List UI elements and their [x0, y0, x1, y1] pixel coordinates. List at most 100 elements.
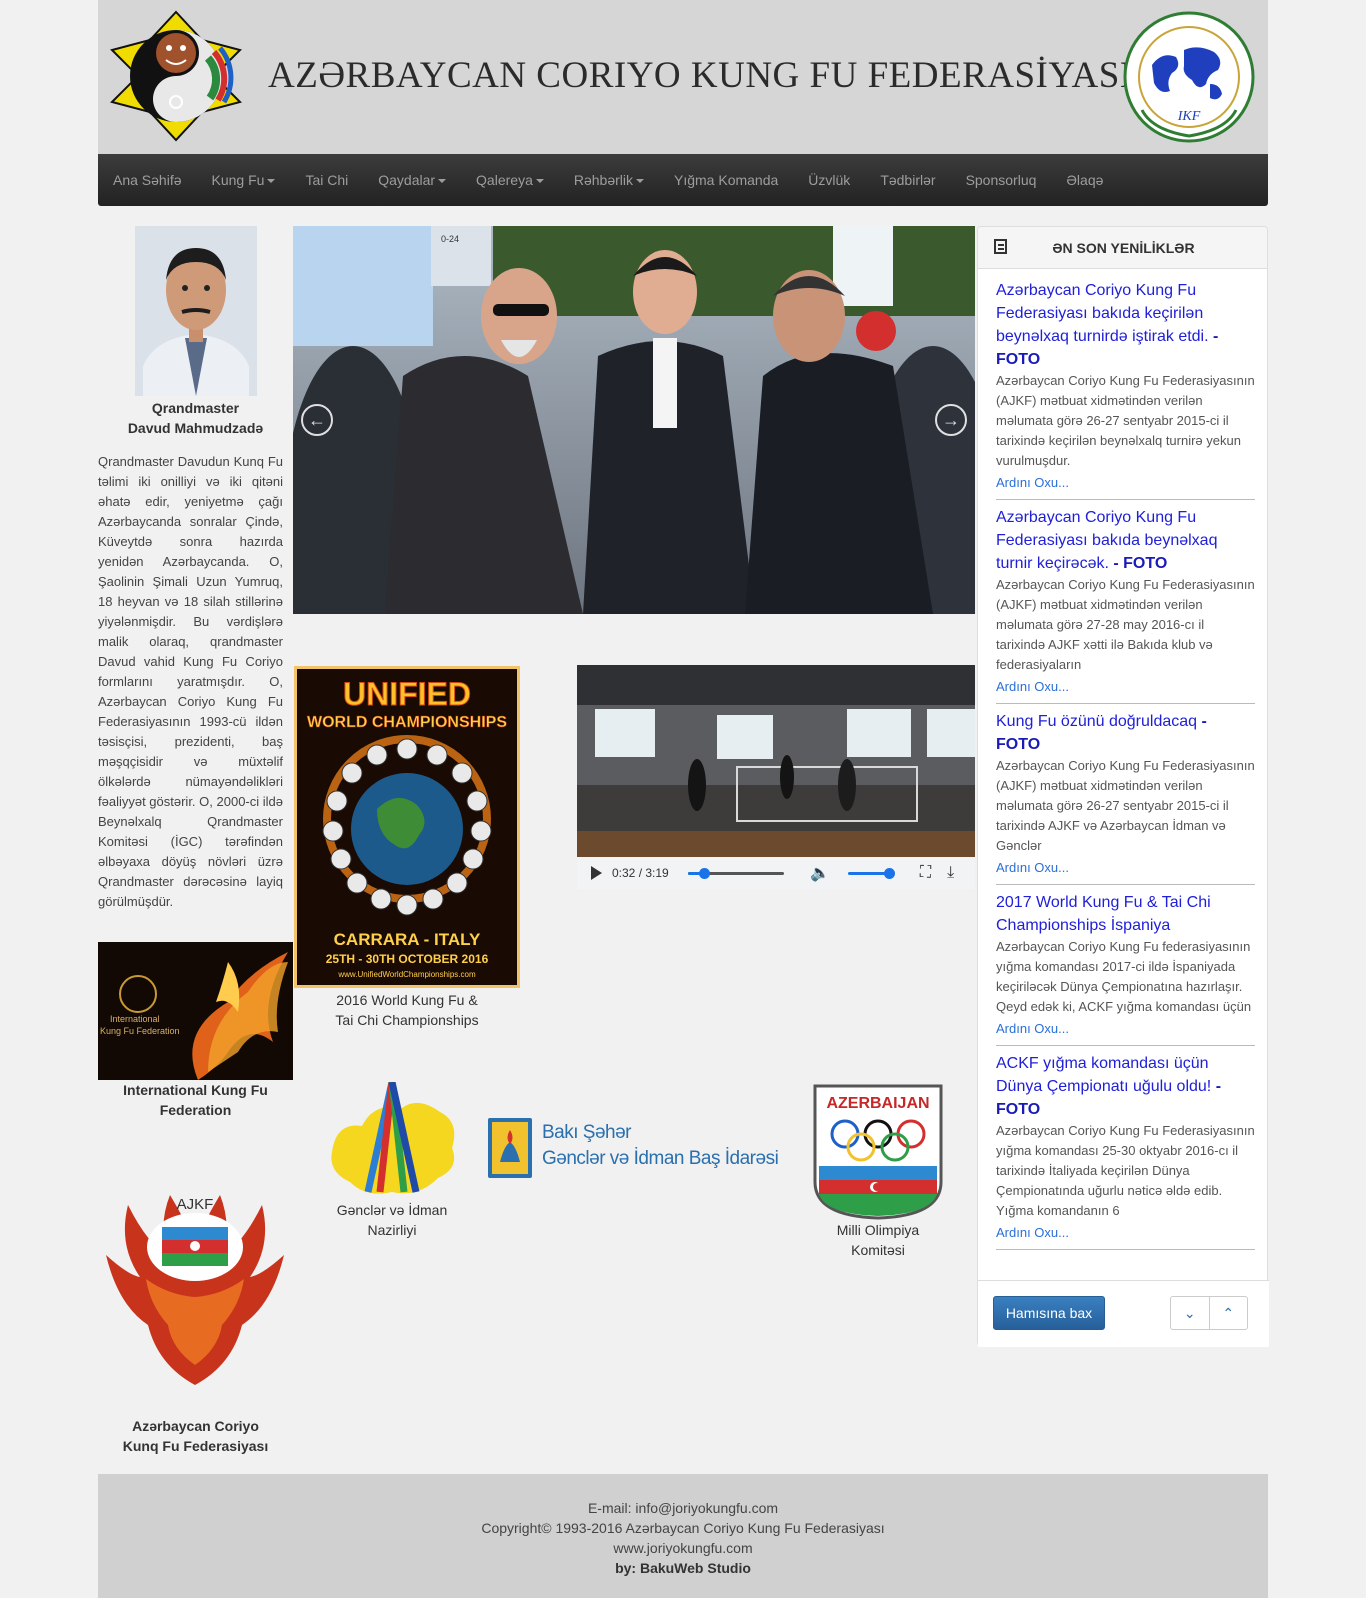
ministry-youth-sports-logo[interactable] [322, 1082, 462, 1200]
news-item: Azərbaycan Coriyo Kung Fu Federasiyası b… [996, 279, 1255, 500]
nav-item-9[interactable]: Sponsorluq [951, 154, 1052, 206]
photo-carousel[interactable]: 0-24 ← → [293, 226, 975, 614]
baku-logo-line2: Gənclər və İdman Baş İdarəsi [542, 1148, 779, 1169]
news-item-title: ACKF yığma komandası üçün Dünya Çempiona… [996, 1055, 1212, 1095]
poster-url: www.UnifiedWorldChampionships.com [337, 970, 476, 979]
fullscreen-icon[interactable]: ⛶ [920, 864, 931, 882]
site-header: AZƏRBAYCAN CORIYO KUNG FU FEDERASİYASI I… [98, 0, 1268, 154]
download-icon[interactable]: ⤓ [947, 864, 954, 882]
nav-item-1[interactable]: Kung Fu [197, 154, 291, 206]
nav-item-0[interactable]: Ana Səhifə [98, 154, 197, 206]
nav-item-label: Üzvlük [808, 172, 851, 188]
poster-dates: 25TH - 30TH OCTOBER 2016 [326, 952, 489, 966]
nav-item-label: Kung Fu [211, 172, 265, 188]
nav-item-7[interactable]: Üzvlük [793, 154, 865, 206]
championship-poster[interactable]: UNIFIED WORLD CHAMPIONSHIPS CARRARA - IT… [294, 666, 520, 988]
poster-caption-line2: Tai Chi Championships [335, 1012, 479, 1028]
nav-item-2[interactable]: Tai Chi [290, 154, 363, 206]
video-controls: 0:32 / 3:19 🔈 ⛶ ⤓ [577, 857, 975, 889]
ajkf-caption-line2: Kunq Fu Federasiyası [122, 1438, 269, 1454]
olympic-caption-line2: Komitəsi [851, 1242, 905, 1258]
news-item-title-link[interactable]: Azərbaycan Coriyo Kung Fu Federasiyası b… [996, 279, 1255, 371]
news-item-summary: Azərbaycan Coriyo Kung Fu Federasiyasını… [996, 577, 1255, 672]
news-item-title-link[interactable]: ACKF yığma komandası üçün Dünya Çempiona… [996, 1052, 1255, 1121]
nav-item-label: Ana Səhifə [113, 172, 182, 188]
chevron-down-icon[interactable]: ⌄ [1171, 1297, 1210, 1329]
video-progress[interactable] [688, 867, 784, 879]
caret-down-icon [267, 179, 276, 184]
footer-email[interactable]: E-mail: info@joriyokungfu.com [98, 1498, 1268, 1518]
footer-site-link[interactable]: www.joriyokungfu.com [98, 1538, 1268, 1558]
master-photo [135, 226, 257, 396]
volume-thumb[interactable] [883, 867, 895, 879]
news-panel-footer: Hamısına bax ⌄ ⌃ [978, 1280, 1269, 1347]
carousel-next-button[interactable]: → [935, 404, 967, 436]
nav-item-8[interactable]: Tədbirlər [865, 154, 950, 206]
olympic-committee-logo[interactable]: AZERBAIJAN [811, 1082, 945, 1220]
view-all-news-button[interactable]: Hamısına bax [993, 1296, 1105, 1330]
ikf-logo-right[interactable]: IKF [1122, 10, 1256, 144]
nav-item-10[interactable]: Əlaqə [1051, 154, 1118, 206]
carousel-sign-text: 0-24 [441, 234, 459, 244]
news-item-title: 2017 World Kung Fu & Tai Chi Championshi… [996, 894, 1211, 934]
ajkf-logo-text: AJKF [177, 1196, 214, 1213]
ministry-caption-line2: Nazirliyi [367, 1222, 417, 1238]
read-more-link[interactable]: Ardını Oxu... [996, 1223, 1255, 1243]
news-panel-title: ƏN SON YENİLİKLƏR [1052, 240, 1195, 256]
arrow-left-icon: ← [308, 410, 326, 430]
video-time: 0:32 / 3:19 [612, 866, 669, 880]
arrow-right-icon: → [942, 410, 960, 430]
news-item-title: Azərbaycan Coriyo Kung Fu Federasiyası b… [996, 509, 1218, 572]
baku-emblem-icon [488, 1118, 532, 1178]
ikf-caption-line1: International Kung Fu [123, 1082, 268, 1098]
site-title: AZƏRBAYCAN CORIYO KUNG FU FEDERASİYASI [268, 55, 1133, 96]
master-bio: Qrandmaster Davudun Kunq Fu təlimi iki o… [98, 454, 283, 909]
ikf-banner[interactable]: International Kung Fu Federation [98, 942, 293, 1080]
ikf-logo-abbr: IKF [1177, 109, 1201, 124]
nav-item-4[interactable]: Qalereya [461, 154, 559, 206]
nav-item-label: Tədbirlər [880, 172, 936, 188]
nav-item-label: Sponsorluq [965, 172, 1037, 188]
footer-credit[interactable]: by: BakuWeb Studio [98, 1558, 1268, 1578]
video-progress-thumb[interactable] [699, 867, 711, 879]
carousel-prev-button[interactable]: ← [301, 404, 333, 436]
ministry-caption-line1: Gənclər və İdman [336, 1202, 448, 1218]
news-item-title-link[interactable]: Kung Fu özünü doğruldacaq - FOTO [996, 710, 1255, 756]
news-item-summary: Azərbaycan Coriyo Kung Fu Federasiyasını… [996, 373, 1255, 468]
ikf-banner-line1: International [110, 1014, 160, 1024]
volume-slider[interactable] [847, 867, 895, 879]
nav-item-label: Yığma Komanda [674, 172, 779, 188]
ikf-banner-line2: Kung Fu Federation [100, 1026, 180, 1036]
ajkf-caption-line1: Azərbaycan Coriyo [132, 1418, 259, 1434]
volume-icon[interactable]: 🔈 [810, 863, 830, 883]
ministry-caption: Gənclər və İdman Nazirliyi [312, 1200, 472, 1240]
olympic-logo-title: AZERBAIJAN [826, 1095, 929, 1112]
poster-title: UNIFIED [343, 676, 471, 712]
ajkf-logo[interactable]: AJKF [98, 1185, 293, 1400]
chevron-up-icon[interactable]: ⌃ [1210, 1297, 1248, 1329]
play-icon[interactable] [591, 866, 602, 880]
news-item-title-link[interactable]: Azərbaycan Coriyo Kung Fu Federasiyası b… [996, 506, 1255, 575]
master-fullname: Davud Mahmudzadə [127, 420, 264, 436]
news-item-title: Azərbaycan Coriyo Kung Fu Federasiyası b… [996, 282, 1209, 345]
baku-youth-sports-logo[interactable]: Bakı Şəhər Gənclər və İdman Baş İdarəsi [486, 1116, 786, 1180]
nav-item-5[interactable]: Rəhbərlik [559, 154, 659, 206]
read-more-link[interactable]: Ardını Oxu... [996, 1019, 1255, 1039]
master-name: Qrandmaster Davud Mahmudzadə [98, 398, 293, 438]
news-item-title-link[interactable]: 2017 World Kung Fu & Tai Chi Championshi… [996, 891, 1255, 937]
read-more-link[interactable]: Ardını Oxu... [996, 858, 1255, 878]
read-more-link[interactable]: Ardını Oxu... [996, 473, 1255, 493]
caret-down-icon [438, 179, 447, 184]
news-item: Azərbaycan Coriyo Kung Fu Federasiyası b… [996, 506, 1255, 704]
federation-logo-left[interactable] [110, 10, 242, 142]
read-more-link[interactable]: Ardını Oxu... [996, 677, 1255, 697]
news-item-summary: Azərbaycan Coriyo Kung Fu federasiyasını… [996, 939, 1252, 1014]
site-footer: E-mail: info@joriyokungfu.com Copyright©… [98, 1474, 1268, 1598]
news-list: Azərbaycan Coriyo Kung Fu Federasiyası b… [978, 279, 1269, 1256]
ikf-caption-line2: Federation [159, 1102, 232, 1118]
training-video[interactable] [577, 665, 975, 857]
nav-item-3[interactable]: Qaydalar [363, 154, 461, 206]
poster-caption-line1: 2016 World Kung Fu & [336, 992, 478, 1008]
nav-list: Ana Səhifə Kung Fu Tai Chi Qaydalar Qalereya… [98, 154, 1268, 206]
nav-item-6[interactable]: Yığma Komanda [659, 154, 793, 206]
